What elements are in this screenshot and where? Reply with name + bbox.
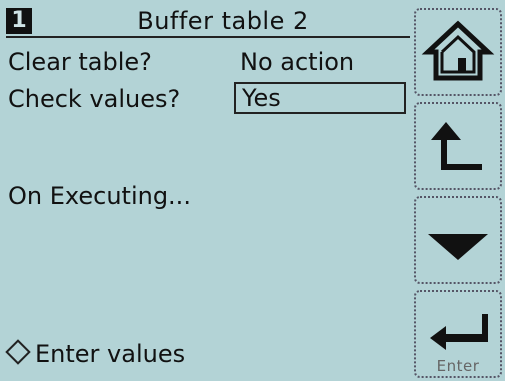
page-title: Buffer table 2: [137, 7, 309, 35]
softkey-column: Enter: [412, 0, 505, 381]
back-icon: [431, 122, 482, 170]
diamond-icon: [5, 339, 31, 365]
check-values-label: Check values?: [8, 85, 181, 113]
enter-icon: [430, 314, 488, 350]
check-values-field[interactable]: Yes: [234, 82, 406, 114]
enter-values-label: Enter values: [35, 340, 186, 368]
clear-table-label: Clear table?: [8, 48, 152, 76]
status-text: On Executing...: [8, 182, 191, 210]
menu-panel: 1 Buffer table 2 Clear table? No action …: [0, 0, 412, 381]
down-button[interactable]: [414, 196, 502, 284]
enter-button[interactable]: Enter: [414, 290, 502, 378]
page-number-badge: 1: [6, 8, 32, 34]
device-screen: 1 Buffer table 2 Clear table? No action …: [0, 0, 505, 381]
home-button[interactable]: [414, 8, 502, 96]
arrow-down-icon: [428, 234, 488, 260]
back-button[interactable]: [414, 102, 502, 190]
enter-key-label: Enter: [436, 357, 480, 375]
home-icon: [421, 20, 495, 81]
title-bar: 1 Buffer table 2: [6, 6, 410, 38]
clear-table-value[interactable]: No action: [240, 48, 354, 76]
enter-values-hint[interactable]: Enter values: [4, 339, 186, 368]
